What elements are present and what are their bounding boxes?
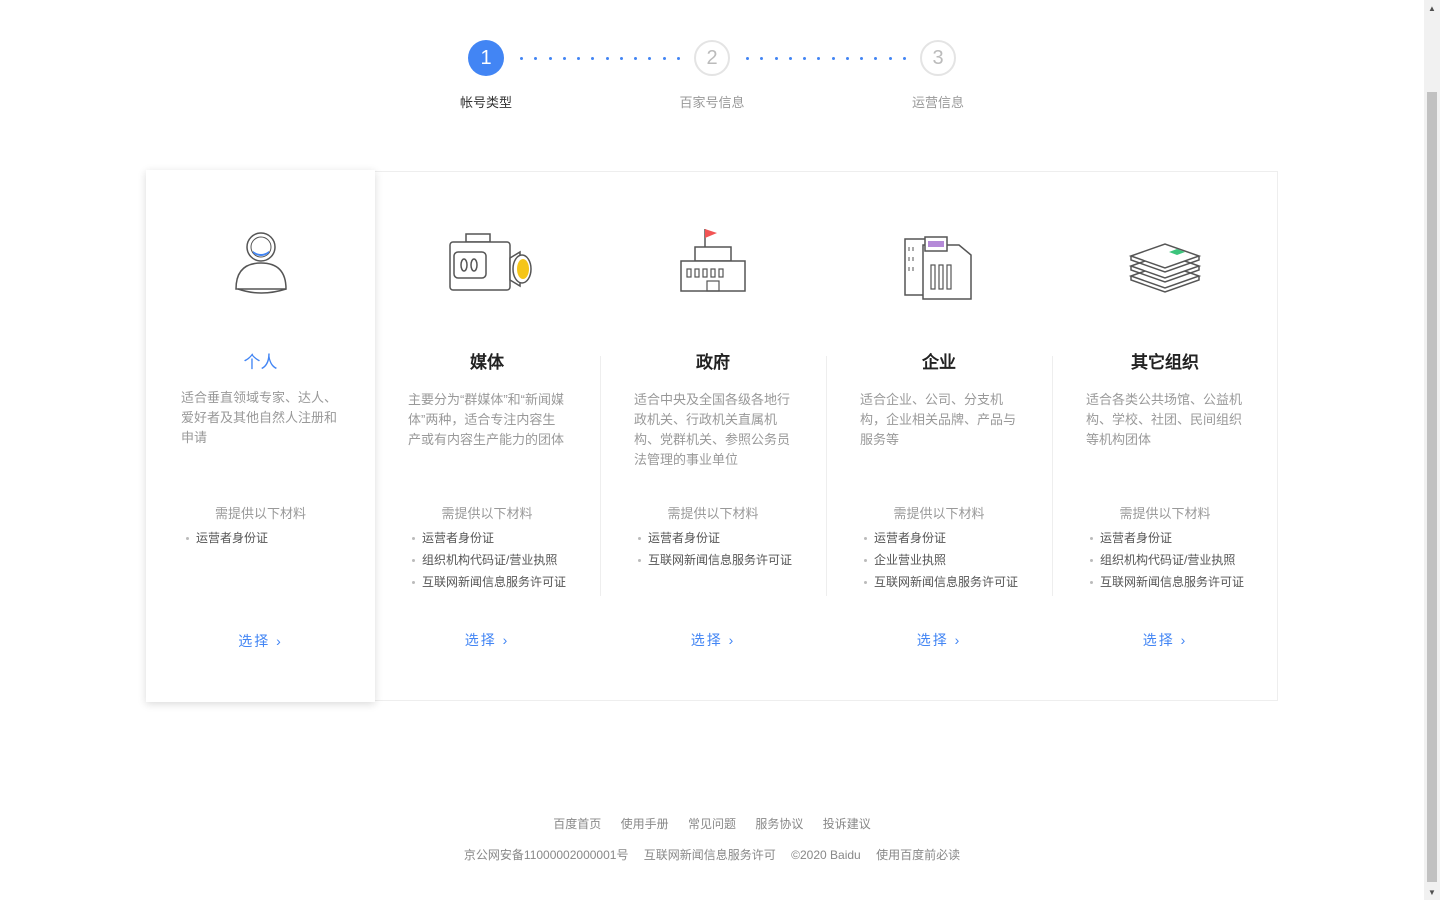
list-item: 运营者身份证 — [638, 527, 792, 549]
news-license-link[interactable]: 互联网新闻信息服务许可 — [644, 848, 776, 862]
list-item: 运营者身份证 — [1090, 527, 1244, 549]
must-read-link[interactable]: 使用百度前必读 — [876, 848, 960, 862]
card-title: 政府 — [696, 353, 730, 372]
card-description: 适合垂直领域专家、达人、爱好者及其他自然人注册和申请 — [181, 390, 338, 445]
icp-record-link[interactable]: 京公网安备11000002000001号 — [464, 848, 629, 862]
step-2: 2 百家号信息 — [652, 40, 772, 111]
card-title: 个人 — [243, 353, 278, 372]
step-1: 1 帐号类型 — [426, 40, 546, 111]
card-other-org[interactable]: 其它组织 适合各类公共场馆、公益机构、学校、社团、民间组织等机构团体 需提供以下… — [1052, 172, 1278, 700]
step-2-circle: 2 — [694, 40, 730, 76]
list-item: 运营者身份证 — [864, 527, 1018, 549]
select-other-org-button[interactable]: 选择 › — [1052, 630, 1278, 650]
requirements-list: 运营者身份证 — [186, 527, 268, 549]
requirements-title: 需提供以下材料 — [214, 506, 306, 521]
person-icon — [146, 218, 375, 308]
requirements-list: 运营者身份证 组织机构代码证/营业执照 互联网新闻信息服务许可证 — [412, 527, 566, 593]
divider — [600, 356, 601, 596]
scrollbar-thumb[interactable] — [1427, 92, 1437, 882]
step-1-label: 帐号类型 — [459, 95, 512, 110]
card-personal[interactable]: 个人 适合垂直领域专家、达人、爱好者及其他自然人注册和申请 需提供以下材料 运营… — [146, 170, 375, 702]
page: 1 帐号类型 2 百家号信息 3 运营信息 个人 适合垂直领域专家、达人、爱好者… — [0, 0, 1424, 900]
footer-link-home[interactable]: 百度首页 — [553, 817, 601, 831]
footer-link-manual[interactable]: 使用手册 — [621, 817, 669, 831]
scroll-up-icon[interactable]: ▲ — [1424, 0, 1440, 16]
step-3-circle: 3 — [920, 40, 956, 76]
list-item: 组织机构代码证/营业执照 — [412, 549, 566, 571]
card-description: 适合中央及全国各级各地行政机关、行政机关直属机构、党群机关、参照公务员法管理的事… — [634, 392, 791, 467]
requirements-list: 运营者身份证 企业营业执照 互联网新闻信息服务许可证 — [864, 527, 1018, 593]
requirements-title: 需提供以下材料 — [893, 506, 985, 521]
list-item: 组织机构代码证/营业执照 — [1090, 549, 1244, 571]
step-1-circle: 1 — [468, 40, 504, 76]
list-item: 互联网新闻信息服务许可证 — [412, 571, 566, 593]
card-title: 企业 — [922, 353, 956, 372]
select-government-button[interactable]: 选择 › — [600, 630, 826, 650]
step-3: 3 运营信息 — [878, 40, 998, 111]
card-description: 适合企业、公司、分支机构，企业相关品牌、产品与服务等 — [860, 392, 1017, 447]
card-government[interactable]: 政府 适合中央及全国各级各地行政机关、行政机关直属机构、党群机关、参照公务员法管… — [600, 172, 826, 700]
list-item: 运营者身份证 — [186, 527, 268, 549]
requirements-title: 需提供以下材料 — [441, 506, 533, 521]
footer-copyright: 京公网安备11000002000001号 互联网新闻信息服务许可 ©2020 B… — [0, 846, 1424, 863]
card-title: 其它组织 — [1131, 353, 1199, 372]
copyright-text: ©2020 Baidu — [791, 848, 861, 862]
vertical-scrollbar[interactable]: ▲ ▼ — [1424, 0, 1440, 900]
requirements-list: 运营者身份证 互联网新闻信息服务许可证 — [638, 527, 792, 571]
step-3-label: 运营信息 — [911, 95, 964, 110]
card-enterprise[interactable]: 企业 适合企业、公司、分支机构，企业相关品牌、产品与服务等 需提供以下材料 运营… — [826, 172, 1052, 700]
stepper: 1 帐号类型 2 百家号信息 3 运营信息 — [440, 40, 1000, 120]
layers-icon — [1052, 220, 1278, 310]
requirements-title: 需提供以下材料 — [667, 506, 759, 521]
list-item: 运营者身份证 — [412, 527, 566, 549]
select-media-button[interactable]: 选择 › — [374, 630, 600, 650]
step-2-label: 百家号信息 — [679, 95, 745, 110]
list-item: 互联网新闻信息服务许可证 — [638, 549, 792, 571]
list-item: 互联网新闻信息服务许可证 — [864, 571, 1018, 593]
scroll-down-icon[interactable]: ▼ — [1424, 884, 1440, 900]
divider — [1052, 356, 1053, 596]
card-description: 适合各类公共场馆、公益机构、学校、社团、民间组织等机构团体 — [1086, 392, 1243, 447]
footer-link-complaint[interactable]: 投诉建议 — [823, 817, 871, 831]
government-building-icon — [600, 220, 826, 310]
divider — [826, 356, 827, 596]
footer-link-faq[interactable]: 常见问题 — [688, 817, 736, 831]
camera-icon — [374, 220, 600, 310]
card-title: 媒体 — [470, 353, 504, 372]
footer-links: 百度首页 使用手册 常见问题 服务协议 投诉建议 — [0, 815, 1424, 832]
card-description: 主要分为“群媒体”和“新闻媒体”两种，适合专注内容生产或有内容生产能力的团体 — [408, 392, 565, 447]
requirements-list: 运营者身份证 组织机构代码证/营业执照 互联网新闻信息服务许可证 — [1090, 527, 1244, 593]
list-item: 互联网新闻信息服务许可证 — [1090, 571, 1244, 593]
footer-link-agreement[interactable]: 服务协议 — [755, 817, 803, 831]
select-personal-button[interactable]: 选择 › — [146, 631, 375, 651]
office-building-icon — [826, 220, 1052, 310]
footer: 百度首页 使用手册 常见问题 服务协议 投诉建议 京公网安备1100000200… — [0, 815, 1424, 863]
card-media[interactable]: 媒体 主要分为“群媒体”和“新闻媒体”两种，适合专注内容生产或有内容生产能力的团… — [374, 172, 600, 700]
select-enterprise-button[interactable]: 选择 › — [826, 630, 1052, 650]
list-item: 企业营业执照 — [864, 549, 1018, 571]
requirements-title: 需提供以下材料 — [1119, 506, 1211, 521]
account-type-cards: 个人 适合垂直领域专家、达人、爱好者及其他自然人注册和申请 需提供以下材料 运营… — [146, 170, 1278, 702]
